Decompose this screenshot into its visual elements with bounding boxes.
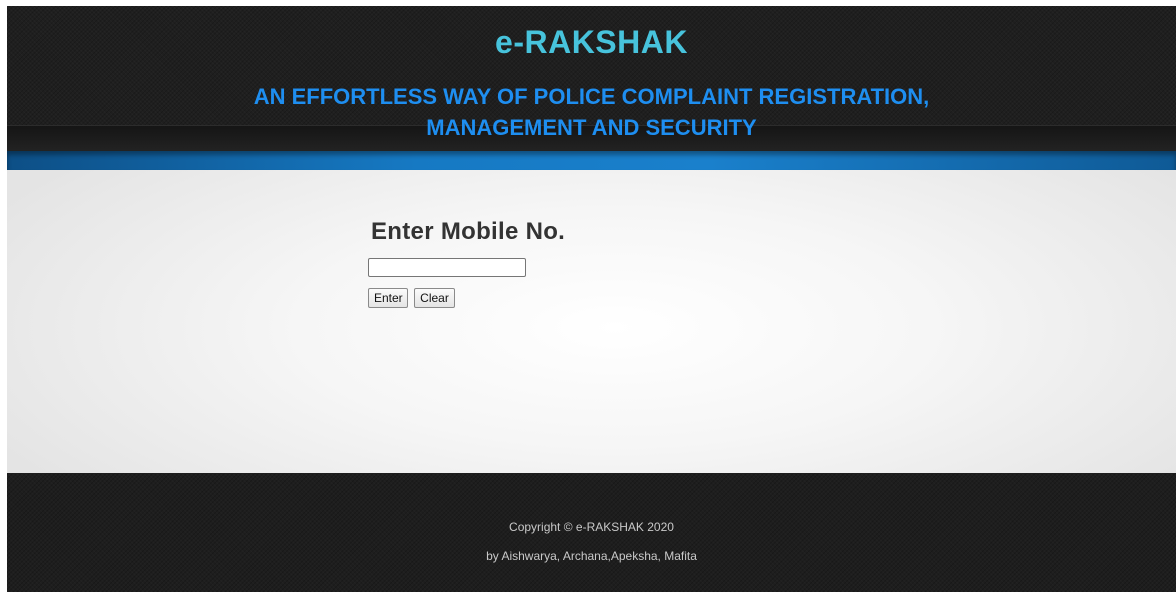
tagline-line-1: AN EFFORTLESS WAY OF POLICE COMPLAINT RE… [253, 84, 930, 109]
enter-button[interactable]: Enter [368, 288, 408, 308]
footer-copyright: Copyright © e-RAKSHAK 2020 [509, 520, 674, 534]
accent-bar [7, 151, 1176, 170]
page-frame: e-RAKSHAK AN EFFORTLESS WAY OF POLICE CO… [7, 6, 1176, 592]
main-content: Enter Mobile No. Enter Clear [7, 170, 1176, 473]
footer-credits: by Aishwarya, Archana,Apeksha, Mafita [486, 549, 697, 563]
site-title: e-RAKSHAK [495, 24, 688, 60]
clear-button[interactable]: Clear [414, 288, 455, 308]
site-header: e-RAKSHAK AN EFFORTLESS WAY OF POLICE CO… [7, 6, 1176, 152]
form-heading: Enter Mobile No. [371, 218, 566, 245]
site-footer: Copyright © e-RAKSHAK 2020 by Aishwarya,… [7, 473, 1176, 592]
mobile-number-input[interactable] [368, 258, 526, 277]
tagline-line-2: MANAGEMENT AND SECURITY [426, 115, 757, 140]
site-tagline: AN EFFORTLESS WAY OF POLICE COMPLAINT RE… [7, 81, 1176, 143]
